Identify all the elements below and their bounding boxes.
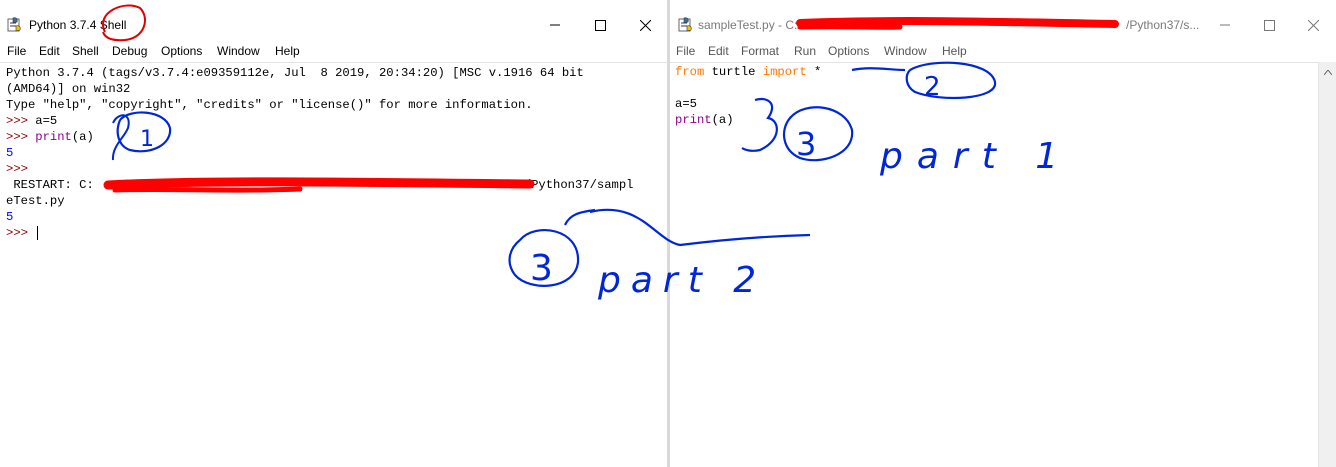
shell-input-line: >>> print(a) (6, 129, 94, 145)
menu-window[interactable]: Window (217, 44, 260, 58)
menu-file[interactable]: File (7, 44, 26, 58)
banner-line: Type "help", "copyright", "credits" or "… (6, 98, 533, 112)
module-name: turtle (704, 65, 763, 79)
window-title: sampleTest.py - C:/ (698, 18, 801, 32)
shell-titlebar[interactable]: Python 3.7.4 Shell (0, 0, 667, 40)
minimize-button[interactable] (1212, 12, 1238, 38)
menu-options[interactable]: Options (161, 44, 202, 58)
maximize-button[interactable] (1256, 12, 1282, 38)
window-title-end: /Python37/s... (1126, 18, 1200, 32)
shell-prompt: >>> (6, 162, 28, 176)
shell-input-line: >>> a=5 (6, 113, 57, 129)
editor-text-area[interactable]: from turtle import * a=5 print(a) (670, 62, 1336, 467)
output-line: 5 (6, 146, 14, 160)
menu-edit[interactable]: Edit (708, 44, 729, 58)
banner-line: Python 3.7.4 (tags/v3.7.4:e09359112e, Ju… (6, 66, 584, 80)
shell-text-area[interactable]: Python 3.7.4 (tags/v3.7.4:e09359112e, Ju… (0, 62, 667, 467)
input-code: (a) (71, 130, 94, 144)
shell-menubar: File Edit Shell Debug Options Window Hel… (0, 40, 667, 63)
restart-suffix: /Python37/sampl (523, 178, 634, 192)
vertical-scrollbar[interactable] (1318, 62, 1336, 467)
builtin-print: print (35, 130, 72, 144)
menu-run[interactable]: Run (794, 44, 816, 58)
minimize-button[interactable] (542, 12, 568, 38)
restart-line: eTest.py (6, 194, 65, 208)
shell-prompt: >>> (6, 114, 36, 128)
window-title: Python 3.7.4 Shell (29, 18, 127, 32)
restart-line: RESTART: C: /Python37/sampl (6, 177, 633, 193)
shell-prompt: >>> (6, 130, 36, 144)
import-star: * (806, 65, 822, 79)
code-line: print(a) (675, 112, 734, 128)
menu-file[interactable]: File (676, 44, 695, 58)
shell-input-line: >>> (6, 225, 39, 241)
code-line: from turtle import * (675, 64, 821, 80)
output-line: 5 (6, 210, 14, 224)
menu-options[interactable]: Options (828, 44, 869, 58)
python-file-icon (678, 17, 694, 33)
text-cursor (37, 225, 39, 240)
menu-shell[interactable]: Shell (72, 44, 99, 58)
python-idle-icon (7, 17, 23, 33)
keyword-import: import (762, 65, 807, 79)
keyword-from: from (675, 65, 705, 79)
print-args: (a) (711, 113, 734, 127)
menu-help[interactable]: Help (942, 44, 967, 58)
input-code: a=5 (35, 114, 58, 128)
scroll-up-arrow-icon[interactable] (1319, 64, 1336, 81)
close-button[interactable] (1300, 12, 1326, 38)
builtin-print: print (675, 113, 712, 127)
menu-help[interactable]: Help (275, 44, 300, 58)
menu-format[interactable]: Format (741, 44, 779, 58)
editor-titlebar[interactable]: sampleTest.py - C:/ /Python37/s... (670, 0, 1336, 40)
banner-line: (AMD64)] on win32 (6, 82, 131, 96)
shell-window: Python 3.7.4 Shell File Edit Shell Debug… (0, 0, 667, 467)
close-button[interactable] (632, 12, 658, 38)
menu-debug[interactable]: Debug (112, 44, 147, 58)
menu-window[interactable]: Window (884, 44, 927, 58)
editor-window: sampleTest.py - C:/ /Python37/s... File … (670, 0, 1336, 467)
restart-prefix: RESTART: C: (6, 178, 94, 192)
editor-menubar: File Edit Format Run Options Window Help (670, 40, 1336, 63)
menu-edit[interactable]: Edit (39, 44, 60, 58)
maximize-button[interactable] (587, 12, 613, 38)
code-line: a=5 (675, 97, 697, 111)
shell-prompt: >>> (6, 226, 36, 240)
